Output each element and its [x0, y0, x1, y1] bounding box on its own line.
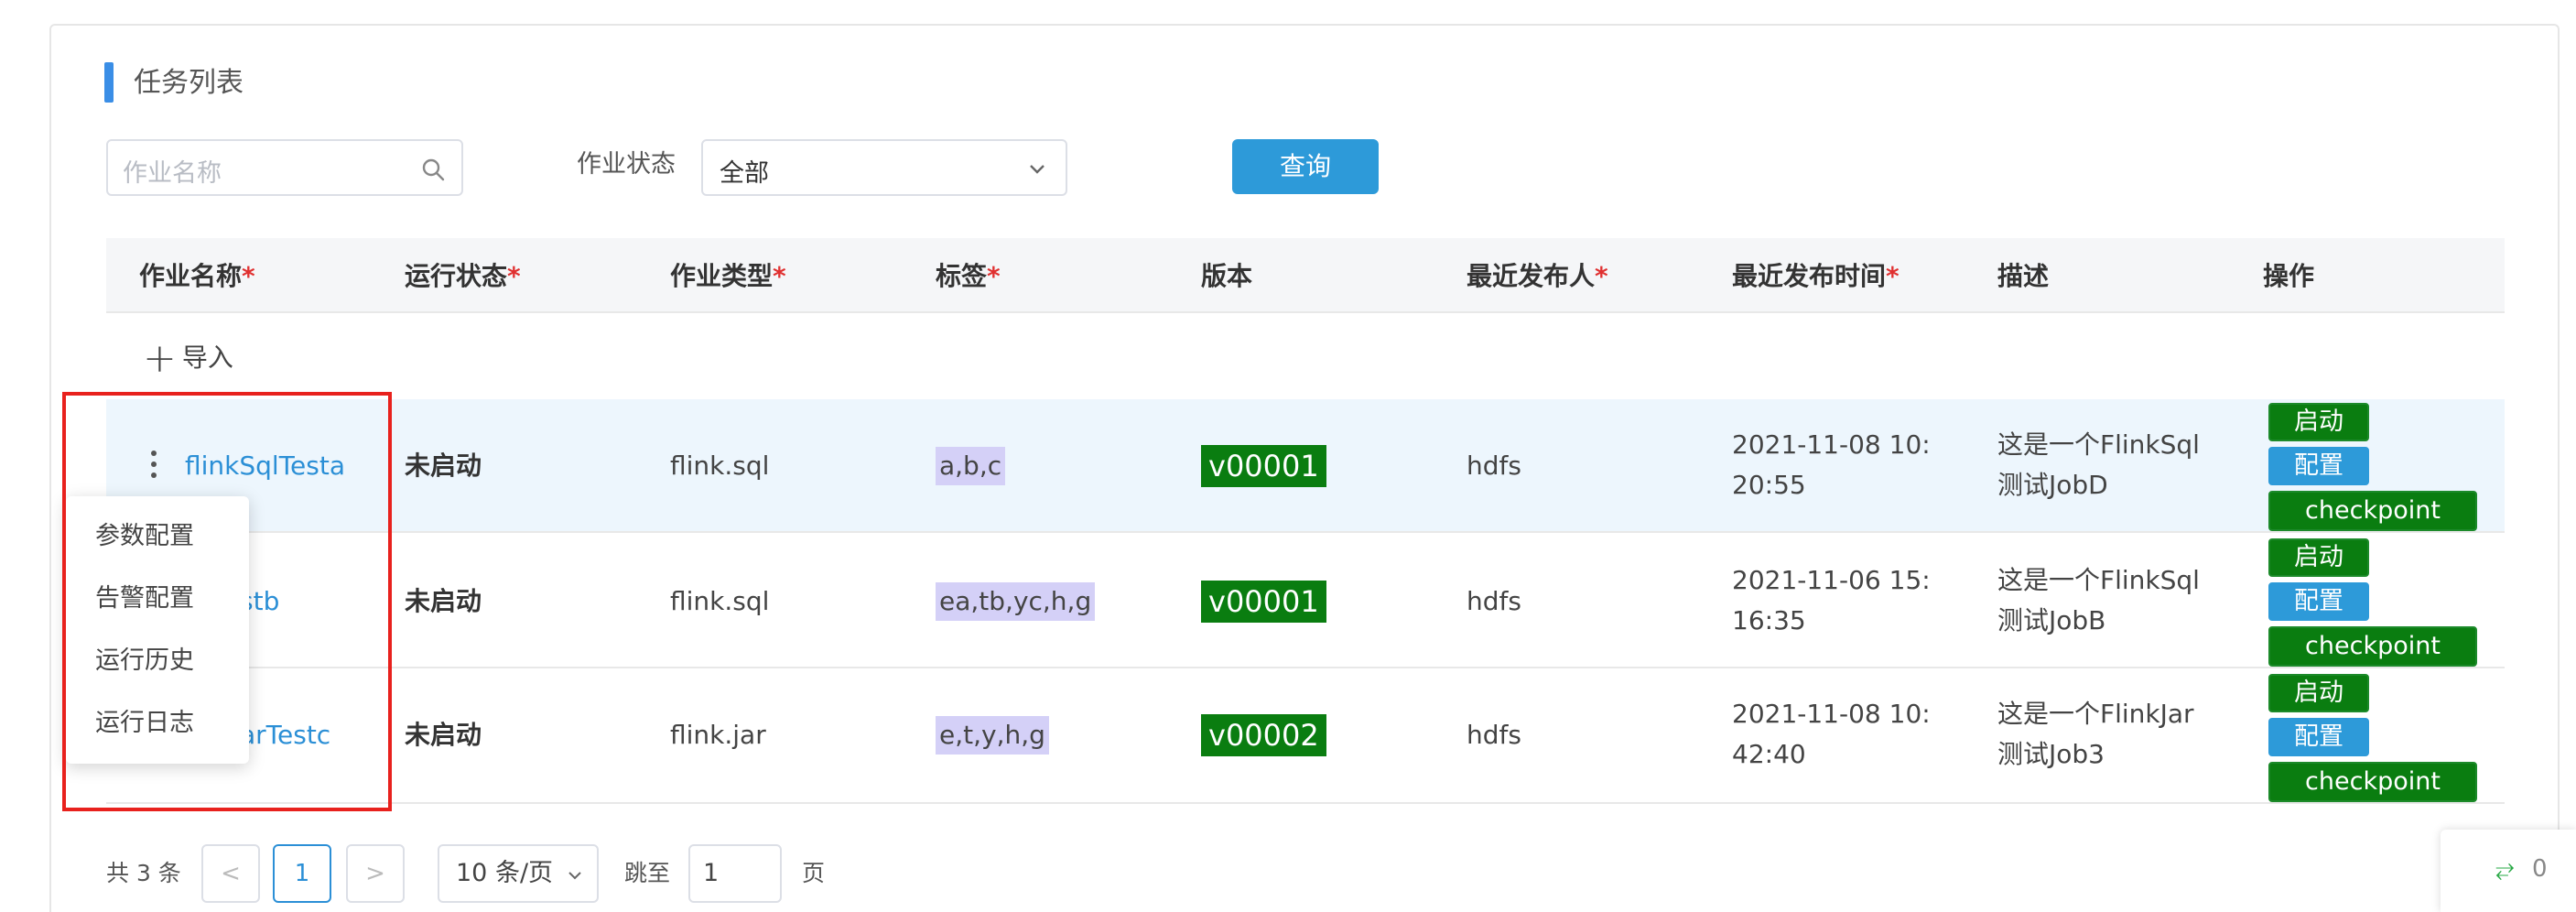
title-accent-bar — [104, 62, 114, 103]
version-badge: v00001 — [1201, 581, 1326, 623]
widget-count: 0 — [2532, 855, 2548, 883]
page-number-button[interactable]: 1 — [273, 844, 331, 903]
description: 这是一个FlinkSql 测试JobD — [1997, 429, 2200, 500]
checkpoint-button[interactable]: checkpoint — [2268, 491, 2477, 531]
chevron-down-icon — [1030, 165, 1044, 174]
page-title: 任务列表 — [134, 67, 244, 99]
description: 这是一个FlinkJar 测试Job3 — [1997, 699, 2194, 769]
col-publisher[interactable]: 最近发布人* — [1467, 258, 1608, 295]
query-button[interactable]: 查询 — [1232, 139, 1379, 194]
goto-label: 跳至 — [624, 860, 671, 886]
checkpoint-button[interactable]: checkpoint — [2268, 762, 2477, 802]
page-suffix: 页 — [802, 860, 826, 886]
col-tags[interactable]: 标签* — [936, 258, 1001, 295]
start-button[interactable]: 启动 — [2268, 674, 2369, 712]
search-placeholder: 作业名称 — [123, 159, 222, 188]
config-button[interactable]: 配置 — [2268, 718, 2369, 756]
job-status-label: 作业状态 — [577, 150, 676, 179]
job-status-value: 全部 — [720, 159, 769, 188]
floating-widget[interactable]: ⥂ 0 — [2441, 830, 2576, 912]
publish-time: 2021-11-08 10: 42:40 — [1732, 699, 1931, 769]
col-publish-time[interactable]: 最近发布时间* — [1732, 258, 1900, 295]
col-job-type[interactable]: 作业类型* — [670, 258, 786, 295]
tags: a,b,c — [936, 447, 1006, 485]
chevron-down-icon — [568, 872, 581, 880]
col-run-status[interactable]: 运行状态* — [405, 258, 521, 295]
table-row: flinkSqlTesta 未启动 flink.sql a,b,c v00001… — [106, 399, 2505, 533]
job-name-search-input[interactable]: 作业名称 — [106, 139, 463, 196]
table-row: stb 未启动 flink.sql ea,tb,yc,h,g v00001 hd… — [106, 535, 2505, 668]
pagination-total: 共 3 条 — [106, 860, 181, 886]
col-description: 描述 — [1997, 261, 2050, 291]
sync-icon: ⥂ — [2495, 855, 2515, 883]
version-badge: v00001 — [1201, 445, 1326, 487]
start-button[interactable]: 启动 — [2268, 403, 2369, 441]
next-page-button[interactable]: > — [346, 844, 405, 903]
config-button[interactable]: 配置 — [2268, 447, 2369, 485]
tags: e,t,y,h,g — [936, 716, 1049, 755]
run-status: 未启动 — [405, 451, 482, 481]
job-type: flink.sql — [670, 586, 770, 616]
publisher: hdfs — [1467, 586, 1521, 616]
job-status-select[interactable]: 全部 — [701, 139, 1067, 196]
plus-icon: + — [143, 335, 177, 382]
description: 这是一个FlinkSql 测试JobB — [1997, 565, 2200, 635]
job-type: flink.jar — [670, 720, 766, 750]
checkpoint-button[interactable]: checkpoint — [2268, 626, 2477, 667]
publisher: hdfs — [1467, 451, 1521, 481]
table-row: arTestc 未启动 flink.jar e,t,y,h,g v00002 h… — [106, 670, 2505, 804]
import-label: 导入 — [181, 342, 233, 373]
highlight-box — [62, 392, 392, 811]
search-icon[interactable] — [419, 156, 447, 183]
col-job-name[interactable]: 作业名称* — [139, 258, 255, 295]
tags: ea,tb,yc,h,g — [936, 582, 1096, 621]
col-version: 版本 — [1201, 261, 1253, 291]
publish-time: 2021-11-06 15: 16:35 — [1732, 565, 1931, 635]
table-header: 作业名称* 运行状态* 作业类型* 标签* 版本 最近发布人* 最近发布时间* … — [106, 238, 2505, 313]
run-status: 未启动 — [405, 720, 482, 750]
page-size-select[interactable]: 10 条/页 — [438, 844, 599, 903]
version-badge: v00002 — [1201, 714, 1326, 756]
publish-time: 2021-11-08 10: 20:55 — [1732, 429, 1931, 500]
job-type: flink.sql — [670, 451, 770, 481]
page-size-value: 10 条/页 — [456, 859, 554, 887]
start-button[interactable]: 启动 — [2268, 538, 2369, 577]
goto-page-input[interactable]: 1 — [688, 844, 782, 903]
run-status: 未启动 — [405, 586, 482, 616]
col-actions: 操作 — [2263, 261, 2315, 291]
publisher: hdfs — [1467, 720, 1521, 750]
import-button[interactable]: + 导入 — [143, 335, 233, 382]
config-button[interactable]: 配置 — [2268, 582, 2369, 621]
prev-page-button[interactable]: < — [201, 844, 260, 903]
